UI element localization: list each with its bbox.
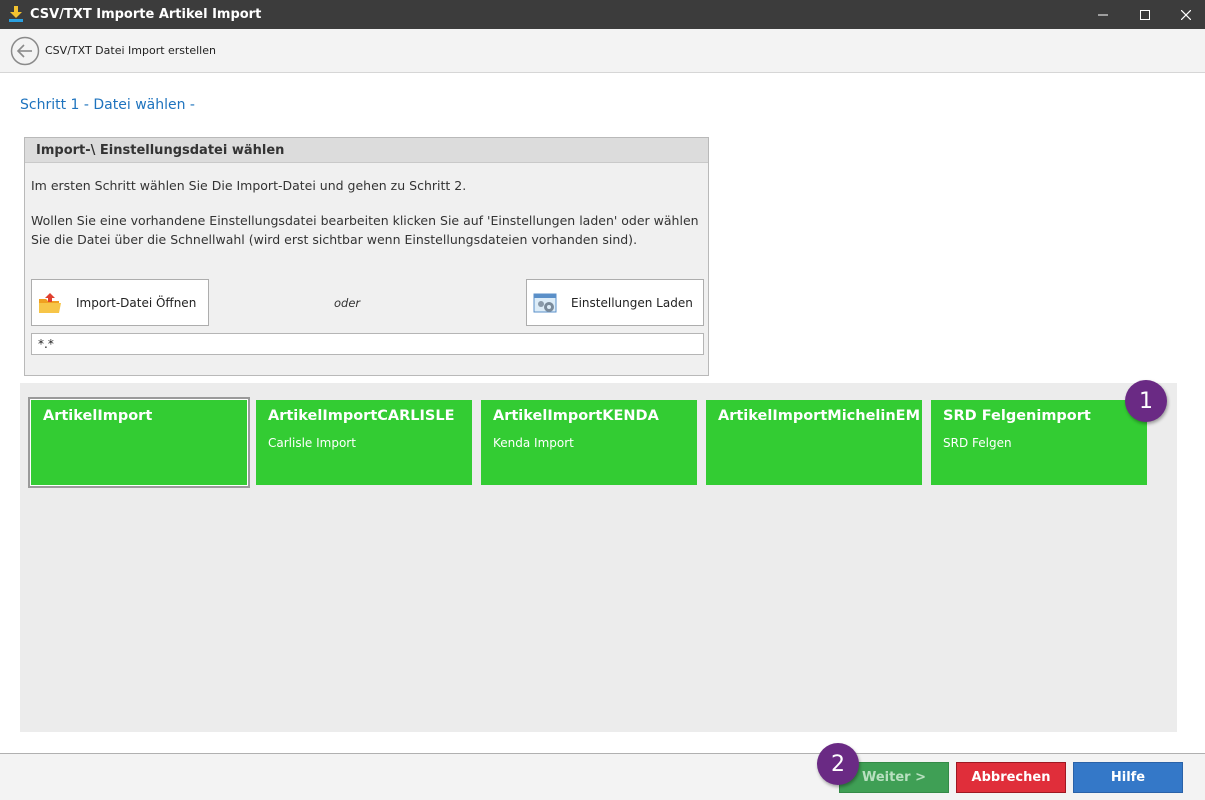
open-import-file-label: Import-Datei Öffnen (76, 296, 197, 310)
window-title: CSV/TXT Importe Artikel Import (30, 7, 262, 22)
annotation-badge-2: 2 (817, 743, 859, 785)
tile-artikelimport-michelinem[interactable]: ArtikelImportMichelinEM (706, 400, 922, 485)
tile-title: SRD Felgenimport (943, 408, 1091, 424)
import-settings-panel: Import-\ Einstellungsdatei wählen Im ers… (24, 137, 709, 376)
help-button[interactable]: Hilfe (1073, 762, 1183, 793)
title-bar: CSV/TXT Importe Artikel Import (0, 0, 1205, 29)
open-import-file-button[interactable]: Import-Datei Öffnen (31, 279, 209, 326)
tile-description: Kenda Import (493, 436, 574, 450)
maximize-button[interactable] (1125, 0, 1165, 29)
tile-artikelimport-carlisle[interactable]: ArtikelImportCARLISLE Carlisle Import (256, 400, 472, 485)
load-settings-button[interactable]: Einstellungen Laden (526, 279, 704, 326)
close-icon (1181, 9, 1191, 20)
minimize-icon (1098, 14, 1108, 15)
quick-select-area: ArtikelImport ArtikelImportCARLISLE Carl… (20, 383, 1177, 732)
tile-title: ArtikelImportKENDA (493, 408, 659, 424)
tile-description: SRD Felgen (943, 436, 1012, 450)
close-button[interactable] (1166, 0, 1205, 29)
tile-title: ArtikelImportMichelinEM (718, 408, 921, 424)
tile-title: ArtikelImportCARLISLE (268, 408, 455, 424)
panel-settings-hint: Wollen Sie eine vorhandene Einstellungsd… (31, 213, 699, 247)
tile-artikelimport-kenda[interactable]: ArtikelImportKENDA Kenda Import (481, 400, 697, 485)
nav-title: CSV/TXT Datei Import erstellen (45, 44, 216, 57)
step-title: Schritt 1 - Datei wählen - (20, 97, 195, 113)
tile-srd-felgenimport[interactable]: SRD Felgenimport SRD Felgen (931, 400, 1147, 485)
file-pattern-input[interactable] (31, 333, 704, 355)
settings-window-icon (533, 293, 557, 313)
tile-description: Carlisle Import (268, 436, 356, 450)
navigation-bar: CSV/TXT Datei Import erstellen (0, 29, 1205, 73)
back-arrow-icon[interactable] (10, 36, 40, 66)
tile-title: ArtikelImport (43, 408, 153, 424)
maximize-icon (1140, 9, 1150, 20)
tile-artikelimport[interactable]: ArtikelImport (30, 399, 248, 486)
minimize-button[interactable] (1083, 0, 1123, 29)
panel-header: Import-\ Einstellungsdatei wählen (25, 138, 708, 163)
annotation-badge-1: 1 (1125, 380, 1167, 422)
download-arrow-icon (9, 6, 23, 22)
footer-bar: Weiter > Abbrechen Hilfe (0, 754, 1205, 800)
or-label: oder (334, 296, 361, 310)
panel-instruction-text: Im ersten Schritt wählen Sie Die Import-… (31, 178, 467, 193)
open-folder-icon (39, 293, 61, 313)
cancel-button[interactable]: Abbrechen (956, 762, 1066, 793)
load-settings-label: Einstellungen Laden (571, 296, 693, 310)
